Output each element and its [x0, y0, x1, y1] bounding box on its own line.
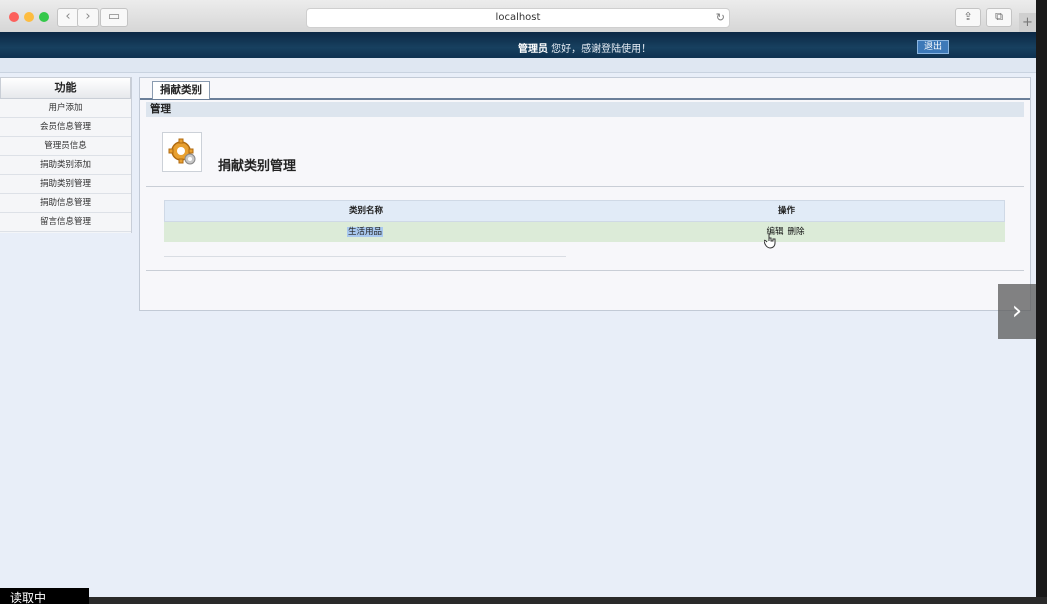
address-text: localhost: [495, 12, 541, 23]
logout-button[interactable]: 退出: [917, 40, 949, 54]
welcome-text: 您好，感谢登陆使用！: [548, 44, 652, 55]
back-icon[interactable]: ‹: [57, 8, 79, 27]
close-window-button[interactable]: [9, 12, 19, 22]
screen: ‹ › ▭ localhost ↻ ⇪ ⧉ + 管理员 您好，感谢登陆使用！ 退…: [0, 0, 1036, 597]
welcome-message: 管理员 您好，感谢登陆使用！: [518, 40, 651, 55]
next-slide-icon[interactable]: ›: [998, 284, 1036, 339]
zoom-window-button[interactable]: [39, 12, 49, 22]
sidebar-item-category-management[interactable]: 捐助类别管理: [0, 175, 131, 194]
function-sidebar: 功能 用户添加 会员信息管理 管理员信息 捐助类别添加 捐助类别管理 捐助信息管…: [0, 77, 132, 233]
gear-icon: [162, 132, 202, 172]
divider: [146, 270, 1024, 271]
tab-strip: 捐献类别: [140, 78, 1030, 100]
table-footer: [164, 242, 566, 257]
minimize-window-button[interactable]: [24, 12, 34, 22]
table-row: 生活用品 编辑 删除: [164, 222, 1005, 242]
sidebar-item-donation-management[interactable]: 捐助信息管理: [0, 194, 131, 213]
sidebar-item-admin-info[interactable]: 管理员信息: [0, 137, 131, 156]
section-header: 管理: [146, 102, 1024, 117]
column-header-actions: 操作: [777, 206, 795, 216]
share-icon[interactable]: ⇪: [955, 8, 981, 27]
divider: [146, 186, 1024, 187]
tab-donation-category[interactable]: 捐献类别: [152, 81, 210, 99]
bottom-strip: [0, 597, 1047, 604]
loading-status: 读取中: [0, 588, 89, 604]
sidebar-item-category-add[interactable]: 捐助类别添加: [0, 156, 131, 175]
hand-cursor-icon: [764, 234, 776, 249]
site-header: 管理员 您好，感谢登陆使用！ 退出: [0, 32, 1036, 58]
column-header-name: 类别名称: [348, 206, 383, 216]
new-tab-icon[interactable]: +: [1019, 13, 1036, 32]
category-name-cell: 生活用品: [164, 222, 566, 242]
main-panel: 捐献类别 管理 捐献类别管理 类别名称 操作 生活用品 编辑 删除: [139, 77, 1031, 311]
sidebar-toggle-icon[interactable]: ▭: [100, 8, 128, 27]
sidebar-title: 功能: [0, 77, 131, 99]
page-title: 捐献类别管理: [218, 159, 297, 174]
address-bar[interactable]: localhost ↻: [306, 8, 730, 28]
sidebar-item-user-add[interactable]: 用户添加: [0, 99, 131, 118]
category-table: 类别名称 操作 生活用品 编辑 删除: [164, 200, 1005, 257]
delete-link[interactable]: 删除: [788, 227, 805, 237]
current-user: 管理员: [518, 44, 548, 55]
actions-cell: 编辑 删除: [566, 222, 1005, 242]
reload-icon[interactable]: ↻: [716, 9, 725, 27]
sidebar-item-member-management[interactable]: 会员信息管理: [0, 118, 131, 137]
browser-toolbar: ‹ › ▭ localhost ↻ ⇪ ⧉: [0, 0, 1036, 33]
tabs-overview-icon[interactable]: ⧉: [986, 8, 1012, 27]
category-name: 生活用品: [346, 227, 383, 237]
header-subbar: [0, 58, 1036, 73]
forward-icon[interactable]: ›: [77, 8, 99, 27]
table-header-row: 类别名称 操作: [164, 200, 1005, 222]
sidebar-item-message-management[interactable]: 留言信息管理: [0, 213, 131, 232]
